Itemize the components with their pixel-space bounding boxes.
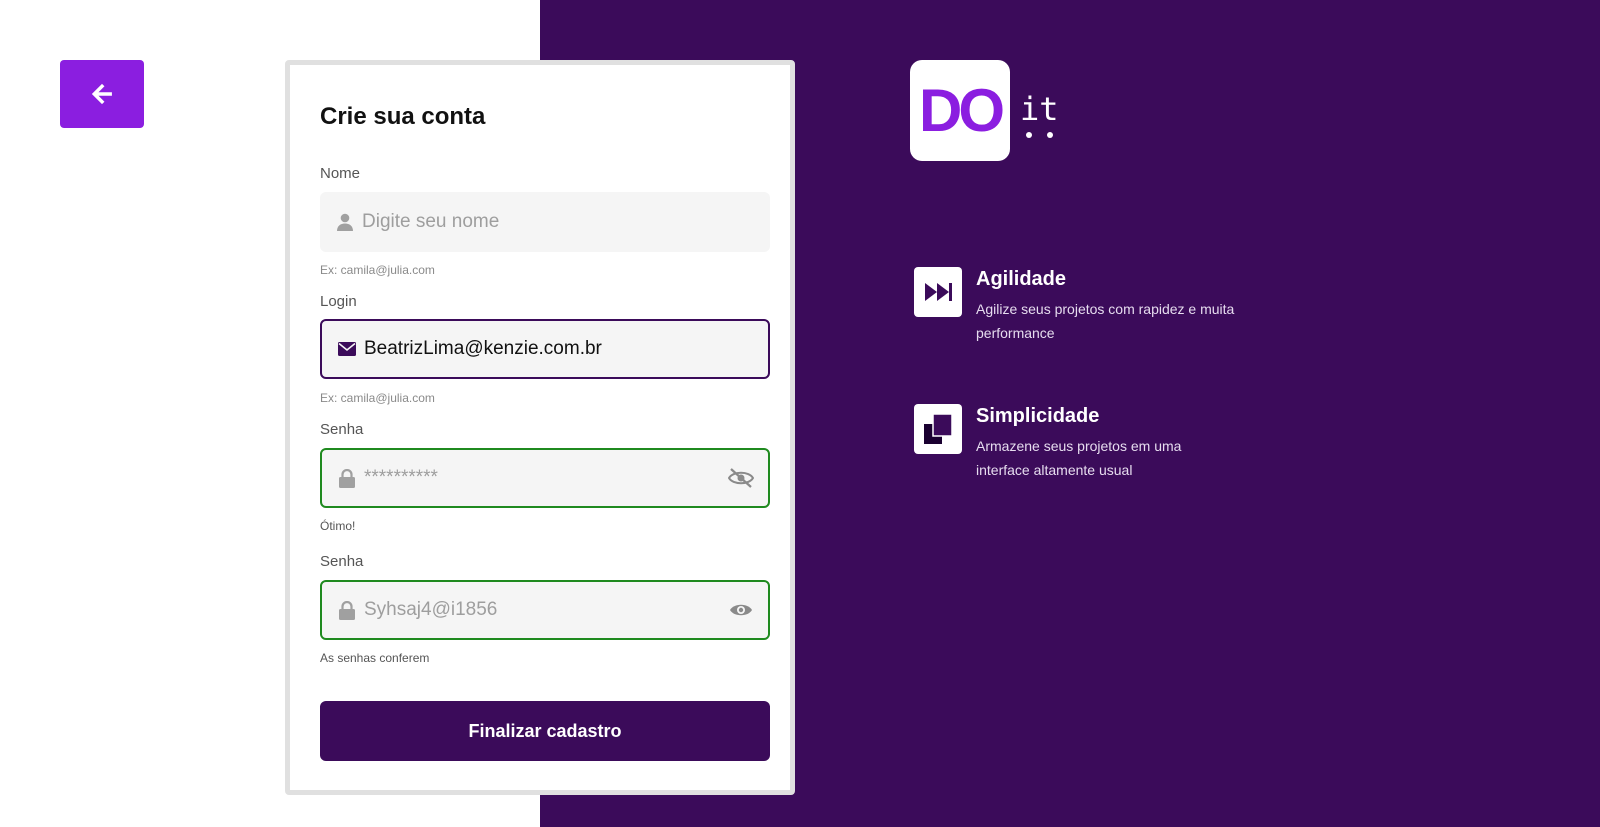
user-icon — [336, 213, 354, 231]
eye-icon[interactable] — [728, 597, 754, 623]
logo-main: DO — [919, 77, 1005, 144]
password-hint: Ótimo! — [320, 519, 356, 533]
fast-forward-icon — [914, 267, 962, 317]
password-label: Senha — [320, 421, 364, 438]
login-field[interactable] — [320, 319, 770, 379]
back-button[interactable] — [60, 60, 144, 128]
feature-title-agilidade: Agilidade — [976, 268, 1067, 290]
login-hint: Ex: camila@julia.com — [320, 391, 435, 405]
logo: DO — [910, 60, 1010, 161]
name-label: Nome — [320, 165, 361, 182]
signup-card: Crie sua conta Nome Ex: camila@julia.com… — [285, 60, 795, 795]
form-title: Crie sua conta — [320, 103, 486, 130]
logo-suffix: it — [1020, 90, 1059, 128]
submit-button[interactable]: Finalizar cadastro — [320, 701, 770, 761]
confirm-password-field[interactable] — [320, 580, 770, 640]
feature-title-simplicidade: Simplicidade — [976, 405, 1100, 427]
stacked-squares-icon — [914, 404, 962, 454]
name-field[interactable] — [320, 192, 770, 252]
confirm-password-input[interactable] — [364, 582, 728, 638]
lock-icon — [338, 468, 356, 488]
eye-slash-icon[interactable] — [728, 465, 754, 491]
feature-desc-simplicidade: Armazene seus projetos em uma interface … — [976, 438, 1182, 478]
arrow-left-icon — [91, 83, 112, 105]
name-input[interactable] — [362, 192, 770, 252]
confirm-hint: As senhas conferem — [320, 651, 430, 665]
confirm-label: Senha — [320, 553, 364, 570]
mail-icon — [338, 340, 356, 358]
password-field[interactable] — [320, 448, 770, 508]
name-hint: Ex: camila@julia.com — [320, 263, 435, 277]
password-input[interactable] — [364, 450, 728, 506]
lock-icon — [338, 600, 356, 620]
logo-dots-icon — [1026, 132, 1053, 138]
login-input[interactable] — [364, 321, 768, 377]
login-label: Login — [320, 293, 357, 310]
feature-desc-agilidade: Agilize seus projetos com rapidez e muit… — [976, 301, 1235, 341]
